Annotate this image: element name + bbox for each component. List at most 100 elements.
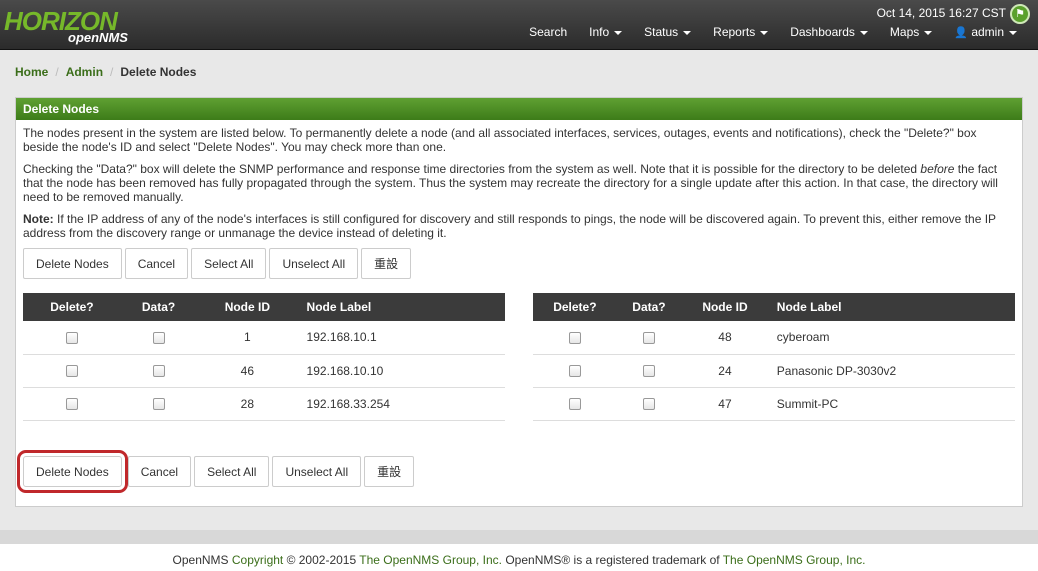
breadcrumb: Home / Admin / Delete Nodes (15, 65, 196, 79)
opennms-group-link-2[interactable]: The OpenNMS Group, Inc. (723, 553, 866, 567)
data-checkbox-paragraph: Checking the "Data?" box will delete the… (23, 162, 1015, 204)
note-text: If the IP address of any of the node's i… (23, 212, 996, 240)
data-checkbox[interactable] (152, 332, 165, 345)
panel-body: The nodes present in the system are list… (16, 120, 1022, 427)
nav-dashboards[interactable]: Dashboards (779, 25, 879, 39)
node-label: cyberoam (768, 321, 1015, 355)
caret-down-icon (859, 30, 868, 35)
select-all-button-bottom[interactable]: Select All (194, 456, 270, 487)
data-checkbox[interactable] (152, 365, 165, 378)
table-row: 46 192.168.10.10 (23, 354, 505, 388)
table-row: 28 192.168.33.254 (23, 387, 505, 421)
data-checkbox[interactable] (642, 365, 655, 378)
footer-text: OpenNMS® is a registered trademark of (502, 553, 723, 567)
data-checkbox[interactable] (152, 398, 165, 411)
logo-opennms-text: openNMS (68, 30, 128, 45)
caret-down-icon (683, 30, 692, 35)
nav-search-label: Search (529, 25, 568, 39)
table-row: 1 192.168.10.1 (23, 321, 505, 355)
nav-user-label: admin (971, 25, 1004, 39)
nav-dashboards-label: Dashboards (790, 25, 855, 39)
footer-text: © 2002-2015 (283, 553, 360, 567)
col-delete: Delete? (23, 293, 121, 321)
caret-down-icon (760, 30, 769, 35)
nav-search[interactable]: Search (518, 25, 578, 39)
col-data: Data? (120, 293, 197, 321)
p2-emphasis: before (920, 162, 955, 176)
cancel-button[interactable]: Cancel (124, 248, 189, 279)
delete-checkbox[interactable] (65, 365, 78, 378)
nav-info-label: Info (589, 25, 610, 39)
node-label: Summit-PC (768, 387, 1015, 421)
footer-text: OpenNMS (172, 553, 232, 567)
breadcrumb-separator: / (110, 65, 114, 79)
footer: OpenNMS Copyright © 2002-2015 The OpenNM… (0, 544, 1038, 571)
breadcrumb-home[interactable]: Home (15, 65, 48, 79)
notification-bell-icon[interactable]: ⚑ (1010, 4, 1030, 24)
note-label: Note: (23, 212, 54, 226)
delete-nodes-button-bottom[interactable]: Delete Nodes (17, 450, 128, 493)
col-node-label: Node Label (768, 293, 1015, 321)
unselect-all-button-bottom[interactable]: Unselect All (272, 456, 362, 487)
col-data: Data? (616, 293, 682, 321)
breadcrumb-separator: / (55, 65, 59, 79)
table-row: 47 Summit-PC (533, 387, 1015, 421)
node-id: 46 (196, 354, 299, 388)
data-checkbox[interactable] (642, 332, 655, 345)
col-node-label: Node Label (298, 293, 505, 321)
node-label: Panasonic DP-3030v2 (768, 354, 1015, 388)
note-paragraph: Note: If the IP address of any of the no… (23, 212, 1015, 240)
node-tables: Delete? Data? Node ID Node Label 1 192.1… (23, 293, 1015, 421)
user-icon: 👤 (954, 27, 968, 39)
node-table-left: Delete? Data? Node ID Node Label 1 192.1… (23, 293, 505, 421)
top-button-row: Delete Nodes Cancel Select All Unselect … (23, 248, 1015, 279)
reset-button-bottom[interactable]: 重設 (364, 456, 415, 487)
node-label: 192.168.33.254 (298, 387, 505, 421)
delete-checkbox[interactable] (65, 398, 78, 411)
top-navbar: HORIZON openNMS Oct 14, 2015 16:27 CST ⚑… (0, 0, 1038, 50)
node-id: 28 (196, 387, 299, 421)
nav-reports[interactable]: Reports (702, 25, 779, 39)
copyright-link[interactable]: Copyright (232, 553, 283, 567)
nav-maps-label: Maps (889, 25, 920, 39)
delete-nodes-panel: Delete Nodes The nodes present in the sy… (15, 97, 1023, 507)
unselect-all-button[interactable]: Unselect All (269, 248, 359, 279)
panel-title: Delete Nodes (16, 98, 1022, 120)
bottom-button-row: Delete Nodes Cancel Select All Unselect … (17, 450, 415, 493)
delete-checkbox[interactable] (568, 398, 581, 411)
node-id: 24 (681, 354, 769, 388)
horizon-logo[interactable]: HORIZON openNMS (4, 6, 134, 46)
nav-maps[interactable]: Maps (879, 25, 943, 39)
node-label: 192.168.10.10 (298, 354, 505, 388)
table-row: 48 cyberoam (533, 321, 1015, 355)
main-nav: Search Info Status Reports Dashboards Ma… (518, 25, 1028, 39)
col-delete: Delete? (533, 293, 617, 321)
server-datetime: Oct 14, 2015 16:27 CST (876, 6, 1006, 20)
opennms-group-link[interactable]: The OpenNMS Group, Inc. (359, 553, 502, 567)
breadcrumb-admin[interactable]: Admin (66, 65, 103, 79)
select-all-button[interactable]: Select All (191, 248, 267, 279)
col-node-id: Node ID (196, 293, 299, 321)
delete-checkbox[interactable] (568, 365, 581, 378)
instructions-paragraph: The nodes present in the system are list… (23, 126, 977, 154)
caret-down-icon (924, 30, 933, 35)
p2-text-a: Checking the "Data?" box will delete the… (23, 162, 921, 176)
delete-checkbox[interactable] (65, 332, 78, 345)
delete-nodes-button[interactable]: Delete Nodes (23, 248, 122, 279)
breadcrumb-current: Delete Nodes (120, 65, 197, 79)
footer-divider (0, 530, 1038, 544)
nav-info[interactable]: Info (578, 25, 633, 39)
col-node-id: Node ID (681, 293, 769, 321)
data-checkbox[interactable] (642, 398, 655, 411)
node-id: 47 (681, 387, 769, 421)
caret-down-icon (1009, 30, 1017, 35)
node-label: 192.168.10.1 (298, 321, 505, 355)
caret-down-icon (614, 30, 623, 35)
nav-status[interactable]: Status (633, 25, 702, 39)
delete-checkbox[interactable] (568, 332, 581, 345)
cancel-button-bottom[interactable]: Cancel (127, 456, 192, 487)
reset-button[interactable]: 重設 (361, 248, 412, 279)
nav-user-menu[interactable]: 👤 admin (943, 25, 1028, 39)
nav-reports-label: Reports (713, 25, 756, 39)
nav-status-label: Status (644, 25, 679, 39)
